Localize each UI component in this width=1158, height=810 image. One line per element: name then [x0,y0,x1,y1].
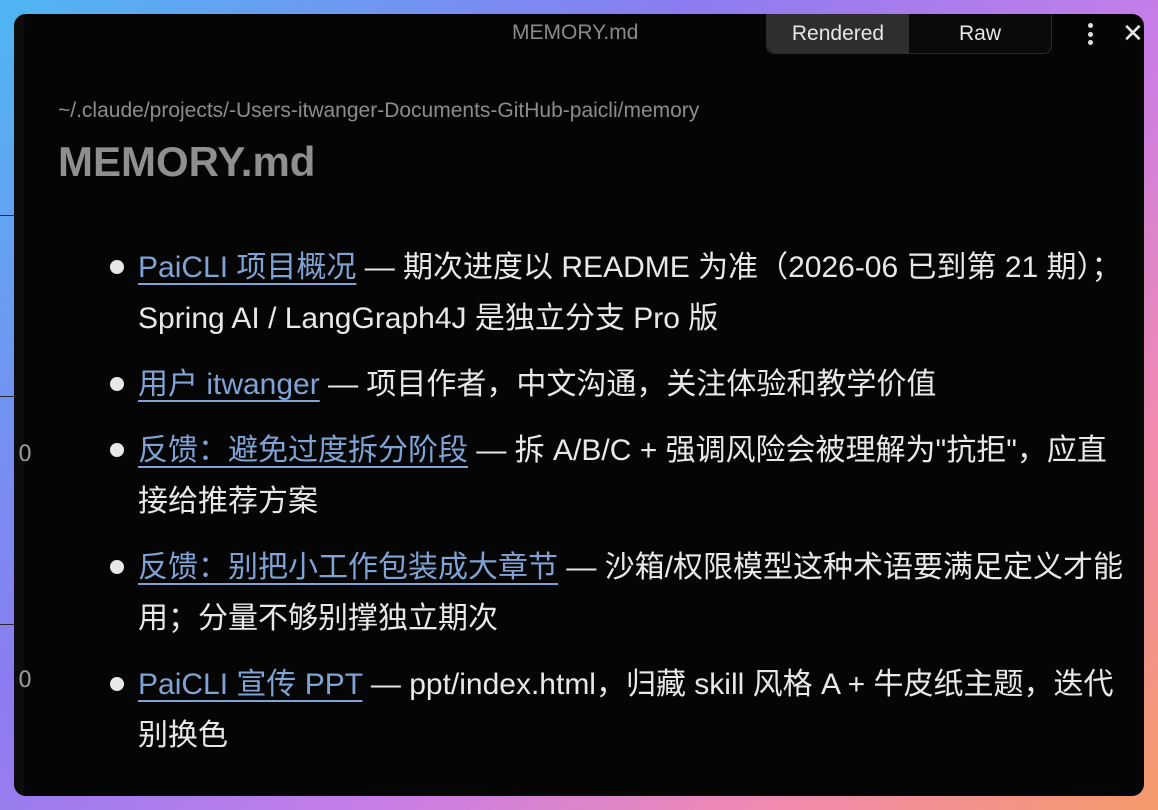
memory-link[interactable]: PaiCLI 宣传 PPT [138,668,363,701]
view-mode-toggle: Rendered Raw [766,14,1052,54]
memory-link[interactable]: 用户 itwanger [138,368,320,401]
window-title: MEMORY.md [512,21,639,44]
bullet-icon [110,260,124,274]
file-path: ~/.claude/projects/-Users-itwanger-Docum… [58,99,700,122]
raw-tab[interactable]: Raw [909,14,1051,53]
memory-description: — 项目作者，中文沟通，关注体验和教学价值 [319,368,937,401]
bullet-icon [110,560,124,574]
list-item: 反馈：避免过度拆分阶段 — 拆 A/B/C + 强调风险会被理解为"抗拒"，应直… [14,425,1128,527]
list-item: 用户 itwanger — 项目作者，中文沟通，关注体验和教学价值 [14,359,1128,410]
list-item: 反馈：别把小工作包装成大章节 — 沙箱/权限模型这种术语要满足定义才能用；分量不… [14,542,1128,644]
memory-link[interactable]: PaiCLI 项目概况 [138,251,356,284]
markdown-viewer-window: 0 0 MEMORY.md Rendered Raw ✕ ~/.claude/p… [14,14,1144,796]
bullet-icon [110,443,124,457]
list-item: PaiCLI 项目概况 — 期次进度以 README 为准（2026-06 已到… [14,242,1128,344]
title-bar: MEMORY.md Rendered Raw ✕ [14,14,1144,54]
close-icon[interactable]: ✕ [1122,18,1144,48]
memory-list: PaiCLI 项目概况 — 期次进度以 README 为准（2026-06 已到… [14,242,1123,776]
page-title: MEMORY.md [58,138,316,185]
memory-link[interactable]: 反馈：避免过度拆分阶段 [138,434,468,467]
bullet-icon [110,677,124,691]
bullet-icon [110,377,124,391]
more-options-icon[interactable] [1080,20,1100,48]
list-item: PaiCLI 宣传 PPT — ppt/index.html，归藏 skill … [14,659,1128,761]
memory-link[interactable]: 反馈：别把小工作包装成大章节 [138,551,558,584]
rendered-tab[interactable]: Rendered [767,14,909,53]
